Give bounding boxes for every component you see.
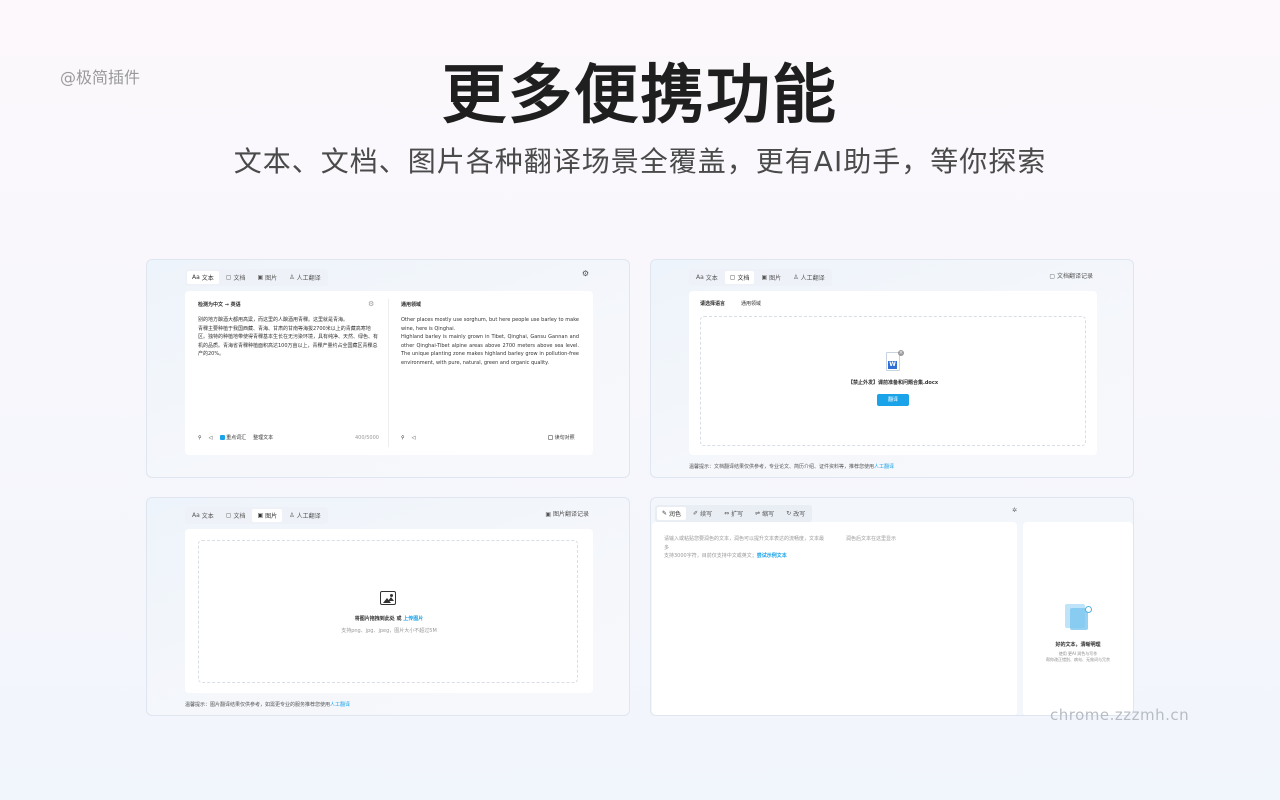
image-upload-icon — [380, 591, 396, 605]
tab-bar: Aa 文本 ▢ 文档 ▣ 图片 ♙ 人工翻译 — [185, 269, 328, 286]
tab-doc[interactable]: ▢ 文档 — [221, 271, 251, 284]
image-translate-panel: Aa 文本 ▢ 文档 ▣ 图片 ♙ 人工翻译 ▣ 图片翻译记录 将图片拖拽到此处 或 上… — [146, 497, 630, 716]
doc-icon: ▢ — [225, 274, 232, 281]
highlight-toggle[interactable]: 重点词汇 — [219, 434, 246, 443]
hero-subtitle: 文本、文档、图片各种翻译场景全覆盖，更有AI助手，等你探索 — [233, 145, 1047, 178]
target-text: Other places mostly use sorghum, but her… — [401, 317, 579, 366]
translate-card: 检测为中文 → 英语 ⚙ 通用领域 别的地方酿酒大都用高粱，而这里的人酿酒用青稞… — [185, 291, 593, 455]
rewrite-icon: ↻ — [786, 510, 792, 517]
doc-icon: ▢ — [225, 512, 232, 519]
file-name: 【禁止外发】课前准备和问题合集.docx — [847, 380, 939, 386]
tab-polish[interactable]: ✎ 润色 — [657, 507, 687, 520]
speaker-icon[interactable]: ◁ — [209, 434, 213, 443]
tab-human[interactable]: ♙ 人工翻译 — [788, 271, 829, 284]
source-settings-icon[interactable]: ⚙ — [368, 300, 374, 308]
checkbox-icon — [548, 435, 553, 440]
drop-instructions: 将图片拖拽到此处 或 上传图片 — [354, 616, 424, 622]
person-icon: ♙ — [793, 274, 799, 281]
tab-bar: Aa 文本 ▢ 文档 ▣ 图片 ♙ 人工翻译 — [185, 507, 328, 524]
text-icon: Aa — [696, 274, 704, 281]
remove-file-icon[interactable]: × — [898, 350, 904, 356]
tab-human[interactable]: ♙ 人工翻译 — [284, 509, 325, 522]
tab-text[interactable]: Aa 文本 — [691, 271, 723, 284]
doc-translate-panel: Aa 文本 ▢ 文档 ▣ 图片 ♙ 人工翻译 ▢ 文档翻译记录 请选择语言 通用领域 W… — [650, 259, 1134, 478]
tab-text[interactable]: Aa 文本 — [187, 271, 219, 284]
copy-icon[interactable]: ⚲ — [401, 434, 405, 443]
image-icon: ▣ — [257, 274, 264, 281]
tab-bar: Aa 文本 ▢ 文档 ▣ 图片 ♙ 人工翻译 — [689, 269, 832, 286]
upload-image-link[interactable]: 上传图片 — [403, 616, 423, 622]
checkbox-icon — [219, 435, 225, 440]
text-icon: Aa — [192, 512, 200, 519]
wand-icon: ✎ — [662, 510, 668, 517]
tab-rewrite[interactable]: ↻ 改写 — [781, 507, 810, 520]
support-formats: 支持png、jpg、jpeg，图片大小不超过5M — [341, 628, 437, 634]
text-translate-panel: Aa 文本 ▢ 文档 ▣ 图片 ♙ 人工翻译 ⚙ 检测为中文 → 英语 ⚙ 通用领域 别… — [146, 259, 630, 478]
tab-doc[interactable]: ▢ 文档 — [724, 271, 755, 284]
human-translate-link[interactable]: 人工翻译 — [874, 464, 894, 470]
domain-select[interactable]: 通用领域 — [741, 300, 761, 309]
ai-result: 润色后文本在这里显示 — [846, 536, 897, 542]
image-drop-zone[interactable] — [198, 540, 578, 683]
ai-empty-title: 好的文本，清晰明理 — [1055, 642, 1101, 648]
human-translate-link[interactable]: 人工翻译 — [330, 702, 350, 708]
link-icon[interactable]: ⚲ — [198, 434, 202, 443]
char-count: 400/5000 — [355, 435, 379, 441]
settings-icon[interactable]: ✲ — [1012, 507, 1017, 514]
doc-history-link[interactable]: ▢ 文档翻译记录 — [1049, 271, 1093, 280]
ai-assistant-panel: ✎ 润色 ✐ 续写 ⇔ 扩写 ⇌ 缩写 ↻ 改写 ✲ 请输入或粘贴您要润色的文本，润色可以… — [650, 497, 1134, 716]
try-example-link[interactable]: 尝试示例文本 — [757, 553, 787, 559]
document-illustration-icon — [1061, 602, 1093, 630]
tab-expand[interactable]: ⇔ 扩写 — [719, 507, 748, 520]
tab-doc[interactable]: ▢ 文档 — [221, 509, 251, 522]
history-icon: ▣ — [545, 511, 552, 518]
tab-continue[interactable]: ✐ 续写 — [688, 507, 717, 520]
target-domain-select[interactable]: 通用领域 — [401, 301, 421, 310]
language-select[interactable]: 请选择语言 — [700, 300, 725, 309]
site-watermark: chrome.zzzmh.cn — [1050, 706, 1190, 724]
tab-shorten[interactable]: ⇌ 缩写 — [750, 507, 779, 520]
pen-icon: ✐ — [693, 510, 699, 517]
expand-icon: ⇔ — [724, 510, 730, 517]
doc-hint: 温馨提示：文档翻译结果仅供参考，专业论文、简历介绍、证件资料等，推荐您使用人工翻… — [689, 464, 895, 470]
hero-title: 更多便携功能 — [442, 59, 838, 133]
tab-image[interactable]: ▣ 图片 — [252, 271, 282, 284]
source-text[interactable]: 别的地方酿酒大都用高粱，而这里的人酿酒用青稞。这里就是青海。 青稞主要种植于我国… — [198, 316, 378, 359]
history-icon: ▢ — [1049, 273, 1056, 280]
speaker-icon[interactable]: ◁ — [412, 434, 416, 443]
ai-empty-desc: 使用 更AI 润色与写作 帮你改正错别、病句、无效词与冗余 — [1046, 651, 1110, 662]
image-icon: ▣ — [257, 512, 264, 519]
image-hint: 温馨提示：图片翻译结果仅供参考，如需更专业的服务推荐您使用人工翻译 — [185, 702, 351, 708]
tab-human[interactable]: ♙ 人工翻译 — [284, 271, 325, 284]
ai-tab-bar: ✎ 润色 ✐ 续写 ⇔ 扩写 ⇌ 缩写 ↻ 改写 — [655, 505, 813, 522]
ai-input-card: 请输入或粘贴您要润色的文本，润色可以提升文本表达的流畅度，文本最多 支持3000… — [652, 522, 1017, 715]
doc-card: 请选择语言 通用领域 W × 【禁止外发】课前准备和问题合集.docx 翻译 — [689, 291, 1097, 455]
person-icon: ♙ — [289, 512, 295, 519]
tab-text[interactable]: Aa 文本 — [187, 509, 219, 522]
tab-image[interactable]: ▣ 图片 — [756, 271, 786, 284]
doc-translate-button[interactable]: 翻译 — [877, 394, 909, 406]
source-lang-select[interactable]: 检测为中文 → 英语 — [198, 301, 241, 310]
tab-image[interactable]: ▣ 图片 — [252, 509, 283, 522]
target-toolbar: ⚲ ◁ — [401, 434, 416, 443]
read-compare-toggle[interactable]: 读句对照 — [548, 434, 575, 443]
source-toolbar: ⚲ ◁ 重点词汇 整理文本 — [198, 434, 273, 443]
text-icon: Aa — [192, 274, 200, 281]
image-history-link[interactable]: ▣ 图片翻译记录 — [545, 509, 589, 518]
settings-icon[interactable]: ⚙ — [582, 269, 589, 278]
image-card: 将图片拖拽到此处 或 上传图片 支持png、jpg、jpeg，图片大小不超过5M — [185, 529, 593, 693]
shrink-icon: ⇌ — [755, 510, 761, 517]
organize-button[interactable]: 整理文本 — [253, 434, 273, 443]
person-icon: ♙ — [289, 274, 295, 281]
divider — [388, 299, 389, 447]
image-icon: ▣ — [761, 274, 768, 281]
ai-input[interactable]: 请输入或粘贴您要润色的文本，润色可以提升文本表达的流畅度，文本最多 支持3000… — [664, 535, 824, 561]
ai-side-card: 好的文本，清晰明理 使用 更AI 润色与写作 帮你改正错别、病句、无效词与冗余 — [1023, 522, 1133, 715]
word-file-icon: W × — [884, 350, 904, 373]
doc-icon: ▢ — [729, 274, 736, 281]
